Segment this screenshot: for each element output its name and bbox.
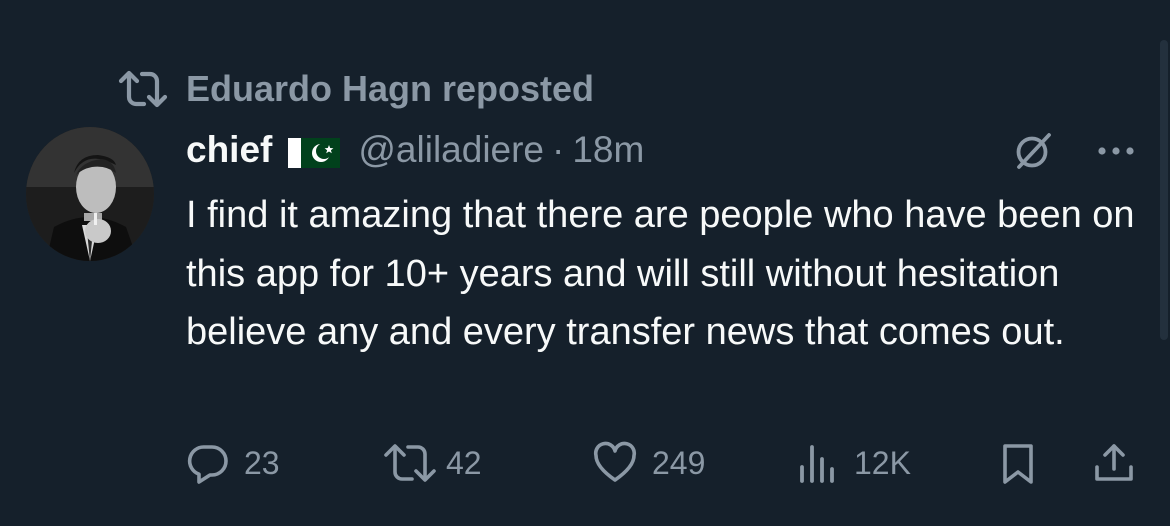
view-count: 12K [854, 444, 911, 481]
share-button[interactable] [1092, 438, 1136, 488]
repost-icon [118, 68, 168, 110]
share-icon [1092, 441, 1136, 485]
like-count: 249 [652, 444, 706, 481]
tweet-text: I find it amazing that there are people … [186, 194, 1135, 353]
repost-icon [382, 441, 438, 485]
reply-count: 23 [244, 444, 280, 481]
repost-button[interactable]: 42 [382, 438, 482, 488]
more-options-icon[interactable] [1092, 130, 1140, 172]
pakistan-flag-icon [288, 135, 341, 168]
separator-dot: · [552, 129, 565, 170]
repost-count: 42 [446, 444, 482, 481]
timestamp[interactable]: 18m [572, 129, 644, 171]
display-name[interactable]: chief [186, 129, 272, 171]
user-handle[interactable]: @aliladiere [358, 129, 544, 171]
analytics-icon [796, 441, 840, 485]
bookmark-button[interactable] [998, 438, 1038, 488]
repost-label[interactable]: Eduardo Hagn reposted [186, 68, 594, 110]
repost-context: Eduardo Hagn reposted [118, 66, 594, 112]
reply-icon [186, 441, 230, 485]
heart-icon [592, 441, 638, 485]
bookmark-icon [998, 441, 1038, 485]
reply-button[interactable]: 23 [186, 438, 280, 488]
like-button[interactable]: 249 [592, 438, 705, 488]
scrollbar[interactable] [1160, 40, 1168, 340]
avatar[interactable] [26, 127, 154, 261]
grok-icon[interactable] [1012, 130, 1054, 172]
tweet-actions: 23 42 249 12K [186, 438, 1146, 488]
tweet-header: chief @aliladiere · 18m [186, 126, 644, 174]
views-button[interactable]: 12K [796, 438, 911, 488]
